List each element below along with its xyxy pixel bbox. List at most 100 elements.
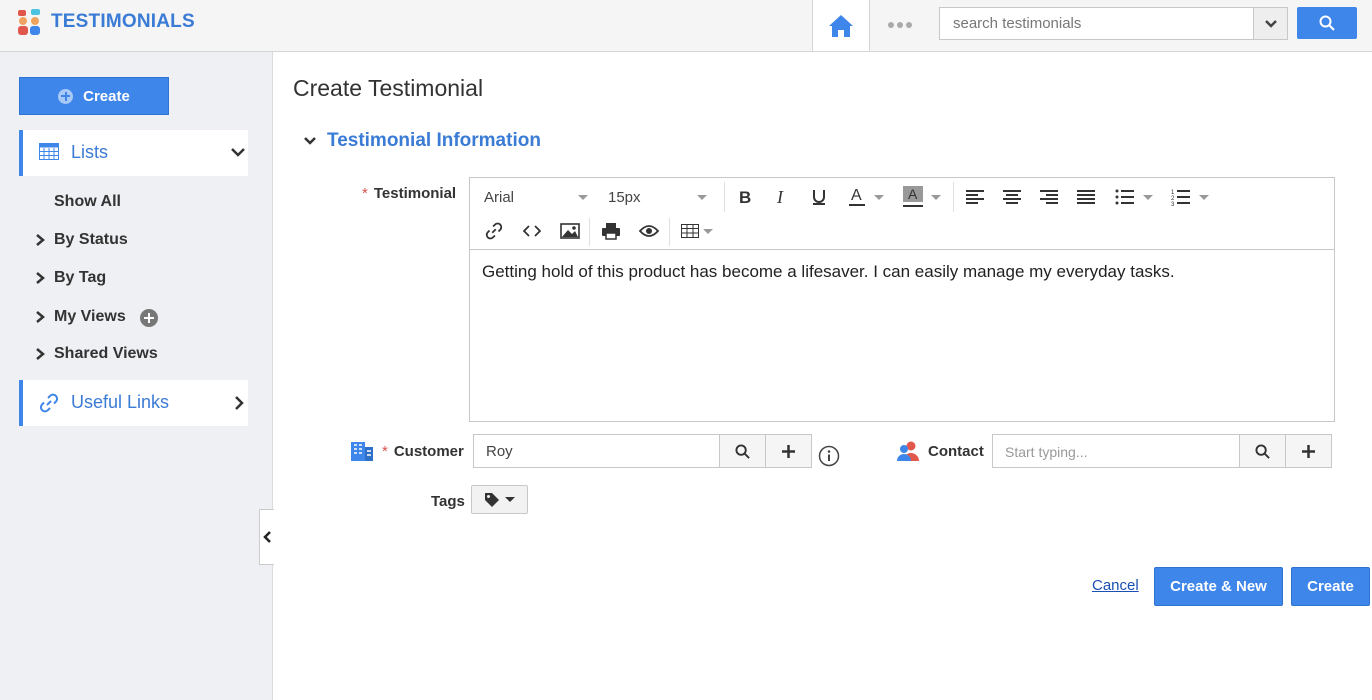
chevron-right-icon bbox=[235, 396, 244, 410]
search-input[interactable] bbox=[940, 8, 1254, 39]
sidebar-item-by-tag[interactable]: By Tag bbox=[34, 269, 106, 287]
search-icon bbox=[1319, 15, 1335, 31]
underline-icon bbox=[813, 190, 825, 205]
print-button[interactable] bbox=[597, 216, 625, 246]
lists-panel-header[interactable]: Lists bbox=[19, 130, 248, 176]
plus-icon bbox=[1302, 444, 1315, 458]
toolbar-divider bbox=[724, 182, 725, 212]
chevron-down-icon bbox=[304, 137, 316, 145]
search-button[interactable] bbox=[1297, 7, 1357, 39]
align-left-button[interactable] bbox=[961, 182, 989, 212]
text-color-icon: A bbox=[849, 187, 865, 206]
caret-down-icon bbox=[1199, 194, 1209, 200]
eye-icon bbox=[639, 225, 659, 237]
plus-circle-icon bbox=[58, 88, 74, 104]
font-family-value: Arial bbox=[484, 188, 515, 206]
align-center-button[interactable] bbox=[998, 182, 1026, 212]
page-title: Create Testimonial bbox=[293, 75, 484, 101]
info-icon[interactable] bbox=[818, 445, 840, 467]
highlight-color-icon: A bbox=[903, 186, 923, 207]
contact-add-button[interactable] bbox=[1285, 435, 1331, 467]
sidebar-item-my-views[interactable]: My Views bbox=[34, 307, 158, 327]
sidebar-collapse-toggle[interactable] bbox=[259, 509, 274, 565]
table-grid-icon bbox=[39, 143, 59, 160]
customer-input[interactable]: Roy bbox=[486, 443, 513, 460]
search-icon bbox=[1255, 443, 1270, 459]
search-filter-dropdown[interactable] bbox=[1253, 8, 1287, 39]
align-justify-button[interactable] bbox=[1072, 182, 1100, 212]
cancel-link[interactable]: Cancel bbox=[1092, 577, 1139, 594]
svg-text:B: B bbox=[739, 189, 751, 205]
sidebar-item-show-all[interactable]: Show All bbox=[54, 193, 121, 211]
link-icon bbox=[485, 222, 503, 240]
customer-add-button[interactable] bbox=[765, 435, 811, 467]
editor-toolbar: Arial 15px B I A A 1 2 3 bbox=[470, 178, 1334, 250]
home-button[interactable] bbox=[812, 0, 870, 51]
bold-icon: B bbox=[739, 189, 751, 205]
contact-field-label: Contact bbox=[928, 443, 984, 460]
link-icon bbox=[39, 393, 59, 413]
svg-text:3: 3 bbox=[1171, 202, 1175, 206]
chevron-right-icon bbox=[36, 234, 45, 246]
caret-down-icon bbox=[578, 194, 588, 200]
create-and-new-button[interactable]: Create & New bbox=[1154, 567, 1283, 606]
svg-text:A: A bbox=[908, 186, 918, 202]
required-marker: * bbox=[362, 185, 368, 202]
search-icon bbox=[735, 443, 750, 459]
contact-input[interactable]: Start typing... bbox=[1005, 444, 1087, 460]
sidebar-item-label: By Tag bbox=[54, 269, 107, 286]
testimonials-logo-icon bbox=[18, 9, 40, 35]
text-color-button[interactable]: A bbox=[842, 182, 890, 212]
font-family-select[interactable]: Arial bbox=[476, 182, 596, 212]
toolbar-divider bbox=[669, 218, 670, 246]
more-options-button[interactable] bbox=[876, 12, 924, 38]
source-code-button[interactable] bbox=[518, 216, 546, 246]
app-title[interactable]: TESTIMONIALS bbox=[51, 11, 195, 33]
testimonial-label-text: Testimonial bbox=[373, 185, 457, 202]
align-right-icon bbox=[1040, 190, 1058, 204]
align-right-button[interactable] bbox=[1035, 182, 1063, 212]
font-size-select[interactable]: 15px bbox=[600, 182, 715, 212]
image-icon bbox=[560, 223, 580, 239]
insert-image-button[interactable] bbox=[556, 216, 584, 246]
search-box bbox=[939, 7, 1288, 40]
dot-icon bbox=[897, 22, 903, 28]
required-marker: * bbox=[382, 443, 388, 460]
section-toggle-testimonial-information[interactable]: Testimonial Information bbox=[303, 130, 541, 152]
contact-search-button[interactable] bbox=[1239, 435, 1285, 467]
useful-links-label: Useful Links bbox=[71, 392, 170, 412]
highlight-color-button[interactable]: A bbox=[898, 182, 946, 212]
toolbar-divider bbox=[589, 218, 590, 246]
underline-button[interactable] bbox=[806, 182, 832, 212]
create-label: Create bbox=[83, 87, 130, 105]
numbered-list-button[interactable]: 123 bbox=[1166, 182, 1214, 212]
preview-button[interactable] bbox=[635, 216, 663, 246]
chevron-left-icon bbox=[263, 531, 271, 543]
sidebar-item-label: My Views bbox=[54, 308, 126, 325]
bold-button[interactable]: B bbox=[732, 182, 758, 212]
chevron-down-icon bbox=[1264, 19, 1277, 28]
customer-field-label: * Customer bbox=[382, 443, 464, 460]
italic-button[interactable]: I bbox=[769, 182, 795, 212]
caret-down-icon bbox=[505, 497, 515, 502]
tags-field-label: Tags bbox=[431, 493, 465, 510]
insert-table-button[interactable] bbox=[676, 216, 718, 246]
add-view-icon[interactable] bbox=[139, 309, 158, 327]
lists-label: Lists bbox=[71, 142, 109, 162]
bullet-list-button[interactable] bbox=[1110, 182, 1158, 212]
caret-down-icon bbox=[931, 194, 941, 200]
testimonial-editor-content[interactable]: Getting hold of this product has become … bbox=[482, 262, 1175, 282]
create-button[interactable]: Create bbox=[1291, 567, 1370, 606]
sidebar-create-button[interactable]: Create bbox=[19, 77, 169, 115]
sidebar-item-shared-views[interactable]: Shared Views bbox=[34, 345, 158, 363]
tags-dropdown-button[interactable] bbox=[471, 485, 528, 514]
chevron-down-icon bbox=[231, 148, 245, 157]
font-size-value: 15px bbox=[608, 188, 641, 206]
useful-links-panel-header[interactable]: Useful Links bbox=[19, 380, 248, 426]
insert-link-button[interactable] bbox=[480, 216, 508, 246]
contact-people-icon bbox=[897, 441, 919, 461]
home-icon bbox=[829, 14, 853, 37]
sidebar-item-by-status[interactable]: By Status bbox=[34, 231, 128, 249]
print-icon bbox=[602, 223, 620, 240]
customer-search-button[interactable] bbox=[719, 435, 765, 467]
